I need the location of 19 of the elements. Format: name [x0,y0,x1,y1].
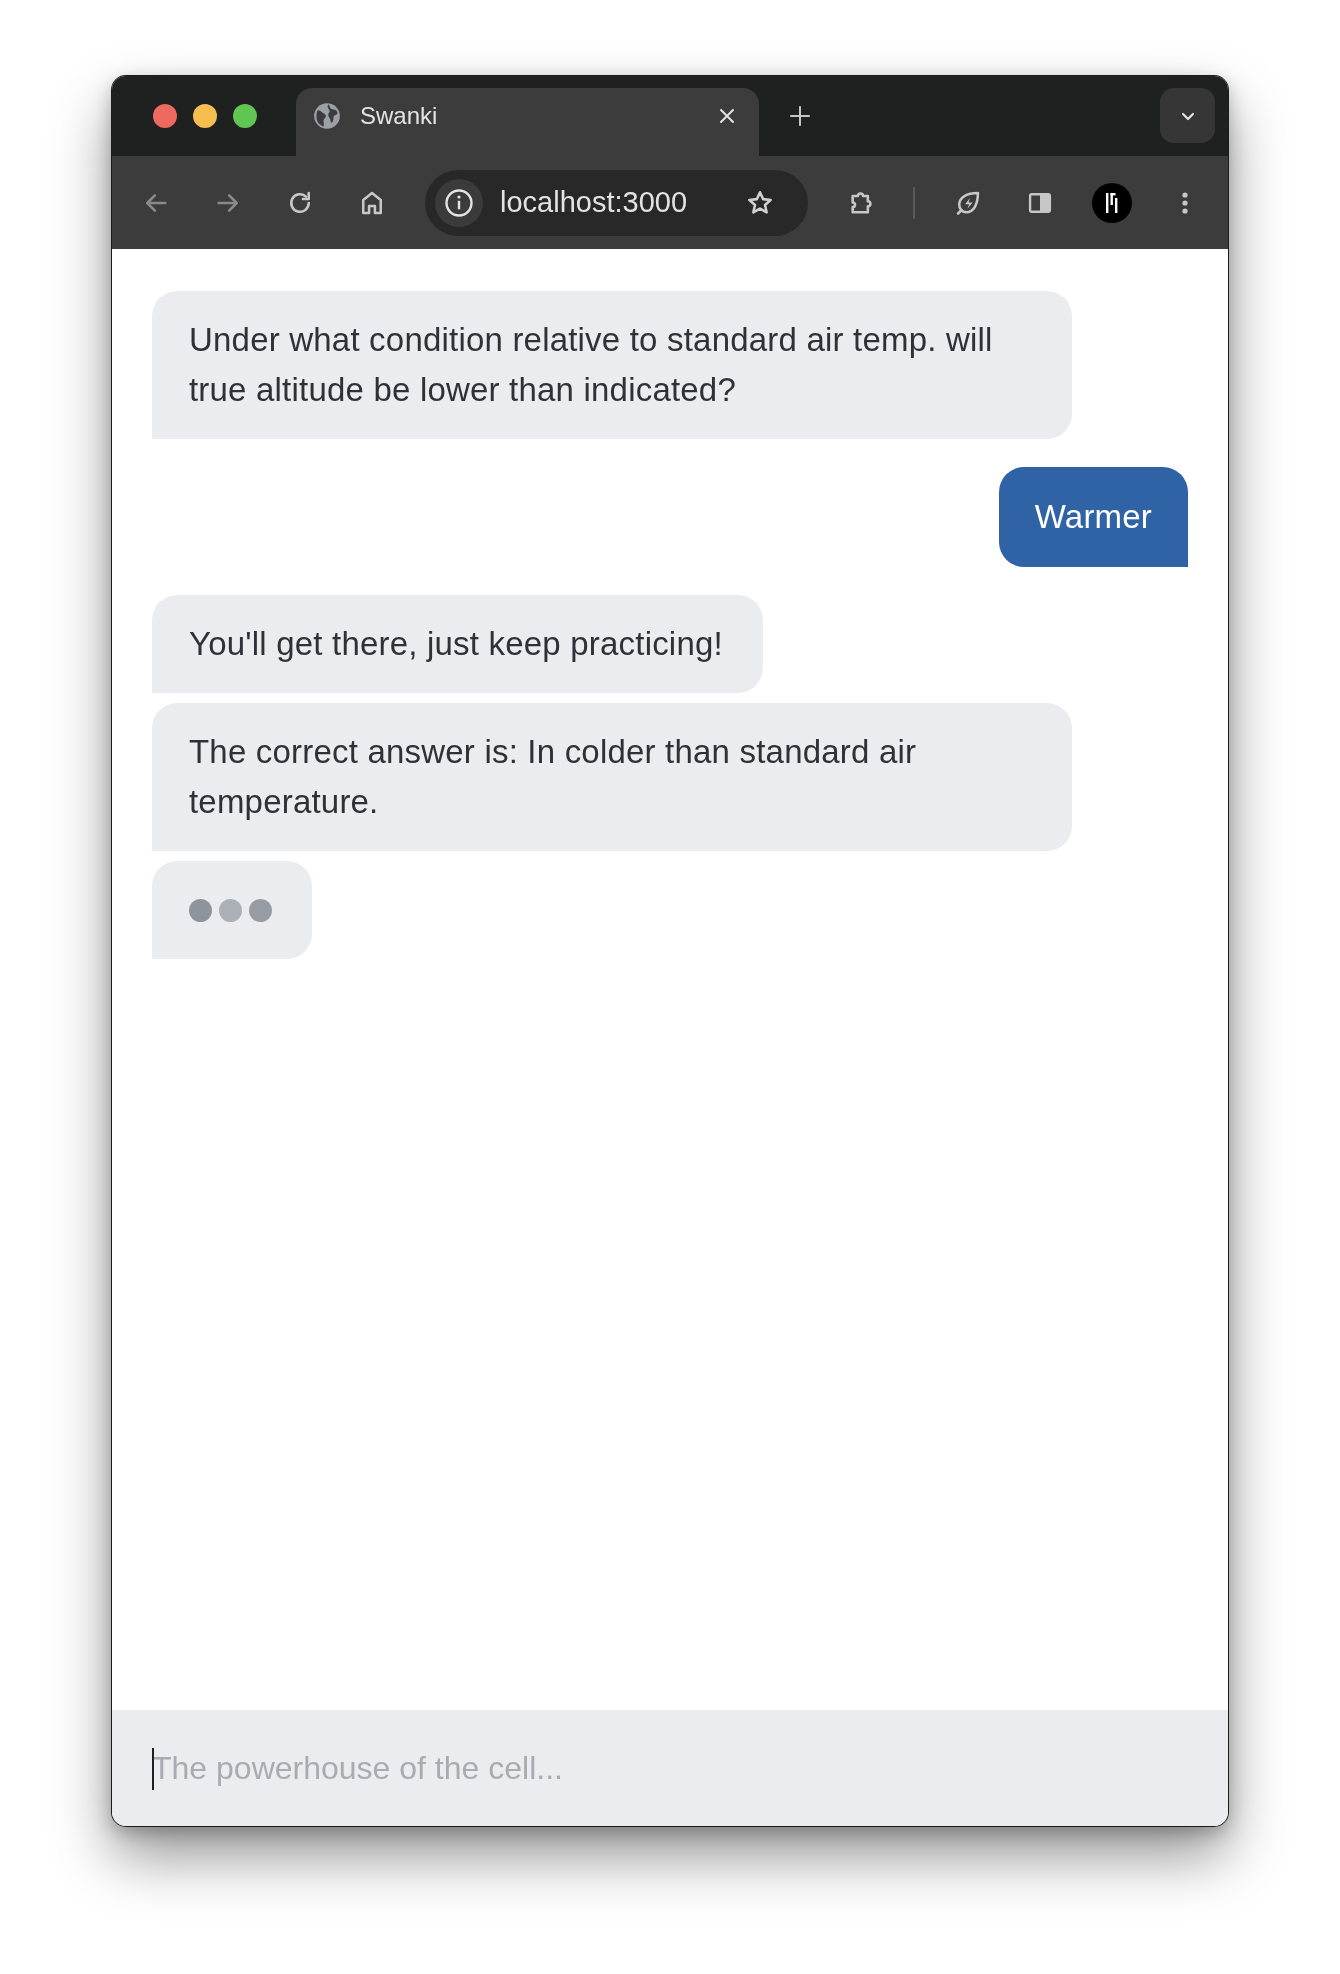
message-input[interactable]: The powerhouse of the cell... [112,1710,1228,1826]
user-message-bubble: Warmer [998,467,1188,567]
close-icon[interactable] [719,108,735,124]
window-zoom-icon[interactable] [233,104,257,128]
bot-message-bubble: You'll get there, just keep practicing! [152,595,763,693]
menu-icon[interactable] [1182,190,1188,215]
address-bar[interactable]: localhost:3000 [425,169,808,236]
url-text: localhost:3000 [500,184,688,220]
globe-icon [313,102,341,130]
bot-message-bubble: Under what condition relative to standard air temp. will true altitude be lower than indicated? [152,291,1072,439]
window-minimize-icon[interactable] [193,104,217,128]
profile-icon[interactable] [1092,182,1132,223]
bot-message-bubble: The correct answer is: In colder than standard air temperature. [152,703,1072,851]
window-close-icon[interactable] [153,104,177,128]
info-icon[interactable] [435,178,483,227]
plus-icon[interactable] [790,106,810,126]
browser-tab[interactable]: Swanki [296,88,759,156]
star-icon[interactable] [746,188,774,217]
text-cursor [152,1748,154,1790]
